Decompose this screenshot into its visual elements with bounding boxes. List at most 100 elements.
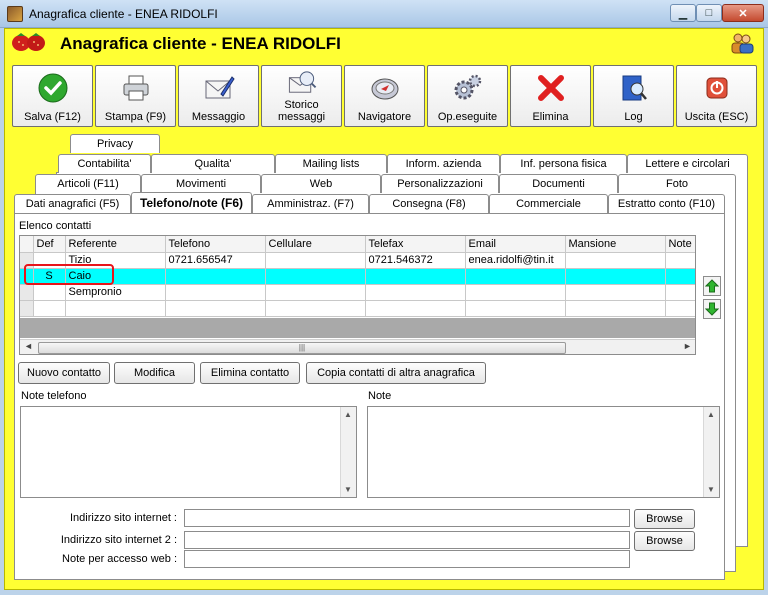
tab-consegna[interactable]: Consegna (F8) — [369, 194, 489, 213]
envelope-pen-icon — [205, 76, 235, 99]
col-mansione[interactable]: Mansione — [565, 236, 666, 253]
tab-inform-azienda[interactable]: Inform. azienda — [387, 154, 500, 173]
executed-ops-button[interactable]: Op.eseguite — [427, 65, 508, 127]
tab-qualita[interactable]: Qualita' — [151, 154, 275, 173]
tab-privacy[interactable]: Privacy — [70, 134, 160, 153]
scroll-up-icon[interactable]: ▲ — [344, 410, 352, 419]
cell-telefax[interactable] — [365, 284, 466, 301]
cell-cellulare[interactable] — [265, 284, 366, 301]
exit-button[interactable]: Uscita (ESC) — [676, 65, 757, 127]
cell-note[interactable] — [665, 252, 695, 269]
tab-dati-anagrafici[interactable]: Dati anagrafici (F5) — [14, 194, 131, 213]
scroll-down-icon[interactable]: ▼ — [707, 485, 715, 494]
cell-telefono[interactable] — [165, 284, 266, 301]
col-referente[interactable]: Referente — [65, 236, 166, 253]
close-button[interactable]: ✕ — [722, 4, 764, 22]
scroll-down-icon[interactable]: ▼ — [344, 485, 352, 494]
cell-email[interactable] — [465, 284, 566, 301]
maximize-button[interactable]: □ — [696, 4, 722, 22]
cell-empty[interactable] — [365, 300, 466, 317]
tab-amministraz[interactable]: Amministraz. (F7) — [252, 194, 369, 213]
table-row[interactable]: Tizio 0721.656547 0721.546372 enea.ridol… — [20, 252, 695, 269]
cell-empty[interactable] — [65, 300, 166, 317]
cell-cellulare[interactable] — [265, 268, 366, 285]
tab-documenti[interactable]: Documenti — [499, 174, 618, 193]
delete-button[interactable]: Elimina — [510, 65, 591, 127]
site1-input[interactable] — [184, 509, 630, 527]
cell-telefax[interactable] — [365, 268, 466, 285]
copy-contacts-button[interactable]: Copia contatti di altra anagrafica — [306, 362, 486, 384]
cell-empty[interactable] — [33, 300, 66, 317]
col-email[interactable]: Email — [465, 236, 566, 253]
cell-note[interactable] — [665, 284, 695, 301]
message-button[interactable]: Messaggio — [178, 65, 259, 127]
cell-empty[interactable] — [665, 300, 695, 317]
notes-scrollbar[interactable]: ▲ ▼ — [703, 407, 719, 497]
new-contact-button[interactable]: Nuovo contatto — [18, 362, 110, 384]
tab-mailing-lists[interactable]: Mailing lists — [275, 154, 387, 173]
cell-empty[interactable] — [465, 300, 566, 317]
scroll-right-icon[interactable]: ► — [683, 341, 692, 351]
col-telefax[interactable]: Telefax — [365, 236, 466, 253]
move-down-button[interactable] — [703, 299, 721, 319]
tab-estratto-conto[interactable]: Estratto conto (F10) — [608, 194, 725, 213]
tab-telefono-note[interactable]: Telefono/note (F6) — [131, 192, 252, 213]
tab-contabilita[interactable]: Contabilita' — [58, 154, 151, 173]
cell-empty[interactable] — [265, 300, 366, 317]
col-note[interactable]: Note — [665, 236, 695, 253]
print-button[interactable]: Stampa (F9) — [95, 65, 176, 127]
col-cellulare[interactable]: Cellulare — [265, 236, 366, 253]
cell-mansione[interactable] — [565, 284, 666, 301]
web-access-notes-input[interactable] — [184, 550, 630, 568]
cell-empty[interactable] — [565, 300, 666, 317]
tab-articoli[interactable]: Articoli (F11) — [35, 174, 141, 193]
message-history-button[interactable]: Storico messaggi — [261, 65, 342, 127]
cell-def[interactable] — [33, 284, 66, 301]
horizontal-scrollbar[interactable]: ◄ ||| ► — [20, 339, 695, 354]
tab-lettere-circolari[interactable]: Lettere e circolari — [627, 154, 748, 173]
browse-site2-button[interactable]: Browse — [634, 531, 695, 551]
cell-note[interactable] — [665, 268, 695, 285]
cell-cellulare[interactable] — [265, 252, 366, 269]
tab-foto[interactable]: Foto — [618, 174, 736, 193]
phone-notes-textarea[interactable]: ▲ ▼ — [20, 406, 357, 498]
table-row-selected[interactable]: S Caio — [20, 268, 695, 285]
tab-commerciale[interactable]: Commerciale — [489, 194, 608, 213]
navigator-button[interactable]: Navigatore — [344, 65, 425, 127]
check-icon — [38, 73, 67, 103]
cell-mansione[interactable] — [565, 268, 666, 285]
cell-mansione[interactable] — [565, 252, 666, 269]
cell-email[interactable] — [465, 268, 566, 285]
move-up-button[interactable] — [703, 276, 721, 296]
cell-telefono[interactable] — [165, 268, 266, 285]
tab-personalizzazioni[interactable]: Personalizzazioni — [381, 174, 499, 193]
log-button[interactable]: Log — [593, 65, 674, 127]
col-telefono[interactable]: Telefono — [165, 236, 266, 253]
cell-telefax[interactable]: 0721.546372 — [365, 252, 466, 269]
scroll-up-icon[interactable]: ▲ — [707, 410, 715, 419]
scroll-left-icon[interactable]: ◄ — [24, 341, 33, 351]
grid-empty-area — [20, 318, 695, 338]
edit-contact-button[interactable]: Modifica — [114, 362, 195, 384]
cell-referente[interactable]: Sempronio — [65, 284, 166, 301]
tab-web[interactable]: Web — [261, 174, 381, 193]
contacts-grid[interactable]: Def Referente Telefono Cellulare Telefax… — [19, 235, 696, 355]
users-icon[interactable] — [730, 32, 754, 54]
site2-input[interactable] — [184, 531, 630, 549]
cell-telefono[interactable]: 0721.656547 — [165, 252, 266, 269]
table-row-empty[interactable] — [20, 300, 695, 317]
browse-site1-button[interactable]: Browse — [634, 509, 695, 529]
tab-movimenti[interactable]: Movimenti — [141, 174, 261, 193]
cell-empty[interactable] — [165, 300, 266, 317]
scroll-thumb[interactable]: ||| — [38, 342, 566, 354]
tab-inf-persona-fisica[interactable]: Inf. persona fisica — [500, 154, 627, 173]
save-button[interactable]: Salva (F12) — [12, 65, 93, 127]
col-def[interactable]: Def — [33, 236, 66, 253]
minimize-button[interactable]: ▁ — [670, 4, 696, 22]
delete-contact-button[interactable]: Elimina contatto — [200, 362, 300, 384]
table-row[interactable]: Sempronio — [20, 284, 695, 301]
arrow-down-icon — [705, 302, 719, 316]
cell-email[interactable]: enea.ridolfi@tin.it — [465, 252, 566, 269]
phone-notes-scrollbar[interactable]: ▲ ▼ — [340, 407, 356, 497]
notes-textarea[interactable]: ▲ ▼ — [367, 406, 720, 498]
